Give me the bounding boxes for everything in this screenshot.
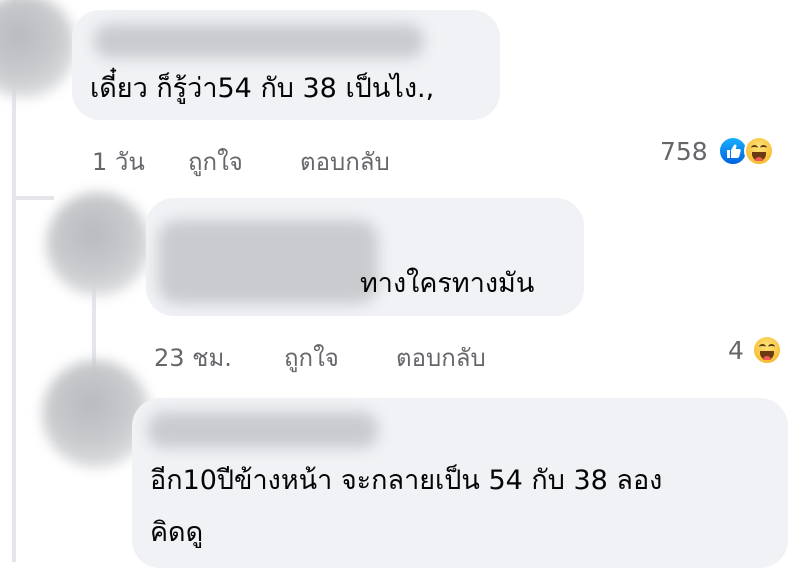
comment-timestamp[interactable]: 1 วัน	[92, 142, 145, 181]
comment-text: คิดดู	[150, 517, 204, 548]
comment-bubble: เดี๋ยว ก็รู้ว่า54 กับ 38 เป็นไง.,	[72, 10, 500, 120]
avatar[interactable]	[0, 0, 76, 98]
commenter-name[interactable]	[148, 412, 378, 448]
haha-icon	[752, 335, 782, 365]
thread-line	[14, 196, 54, 200]
comment-bubble: ทางใครทางมัน	[146, 198, 584, 316]
avatar[interactable]	[46, 192, 150, 296]
like-button[interactable]: ถูกใจ	[188, 142, 243, 181]
reaction-count[interactable]: 4	[728, 336, 744, 365]
like-button[interactable]: ถูกใจ	[284, 338, 339, 377]
comment-text: ทางใครทางมัน	[360, 268, 535, 299]
comment-text: อีก10ปีข้างหน้า จะกลายเป็น 54 กับ 38 ลอง	[150, 465, 663, 496]
reaction-count[interactable]: 758	[660, 137, 708, 166]
reply-button[interactable]: ตอบกลับ	[300, 142, 390, 181]
commenter-name[interactable]	[94, 24, 424, 58]
commenter-name[interactable]	[158, 220, 378, 304]
reply-button[interactable]: ตอบกลับ	[396, 338, 486, 377]
comment-timestamp[interactable]: 23 ชม.	[154, 338, 232, 377]
comment-bubble: อีก10ปีข้างหน้า จะกลายเป็น 54 กับ 38 ลอง…	[132, 398, 788, 568]
haha-icon	[744, 136, 774, 166]
comment-text: เดี๋ยว ก็รู้ว่า54 กับ 38 เป็นไง.,	[90, 73, 435, 104]
